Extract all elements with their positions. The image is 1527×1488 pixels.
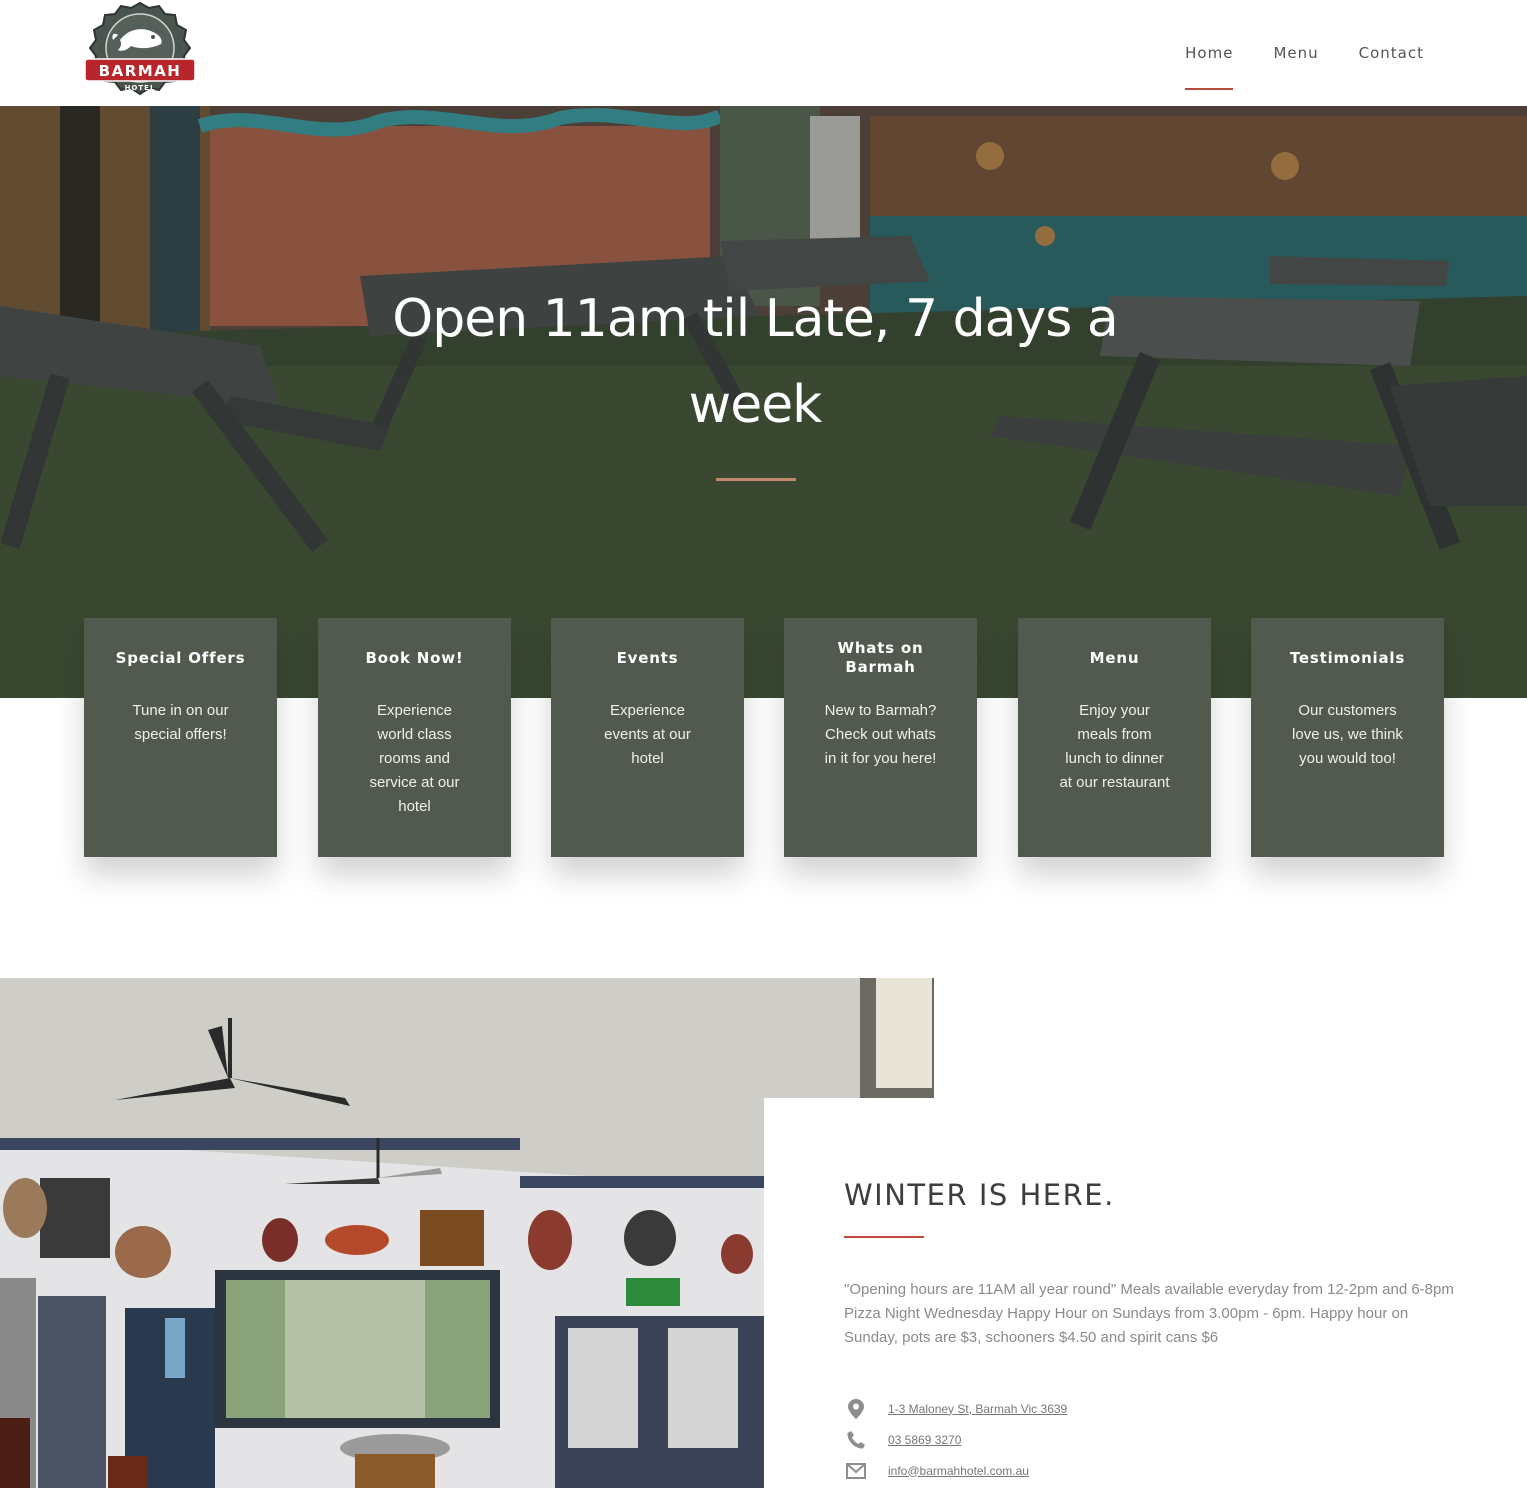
feature-text: Our customers love us, we think you woul… [1292, 702, 1403, 767]
nav-menu[interactable]: Menu [1273, 44, 1318, 90]
winter-info-card: WINTER IS HERE. "Opening hours are 11AM … [764, 1098, 1527, 1488]
phone-icon [844, 1429, 868, 1451]
email-link[interactable]: info@barmahhotel.com.au [888, 1464, 1029, 1478]
feature-boxes: Special Offers Tune in on our special of… [84, 618, 1444, 858]
contact-email-row: info@barmahhotel.com.au [844, 1455, 1067, 1486]
feature-text: Experience events at our hotel [604, 702, 691, 767]
winter-heading: WINTER IS HERE. [844, 1178, 1115, 1212]
winter-divider [844, 1236, 924, 1238]
feature-text: New to Barmah? Check out whats in it for… [824, 702, 937, 767]
feature-whats-on-barmah[interactable]: Whats on Barmah New to Barmah? Check out… [784, 618, 977, 857]
hero-banner: Open 11am til Late, 7 days a week [0, 106, 1527, 698]
contact-list: 1-3 Maloney St, Barmah Vic 3639 03 5869 … [844, 1393, 1067, 1486]
feature-text: Enjoy your meals from lunch to dinner at… [1059, 702, 1170, 791]
contact-phone-row: 03 5869 3270 [844, 1424, 1067, 1455]
feature-title: Special Offers [115, 648, 246, 667]
feature-menu[interactable]: Menu Enjoy your meals from lunch to dinn… [1018, 618, 1211, 857]
feature-text: Tune in on our special offers! [132, 702, 229, 743]
barmah-hotel-logo[interactable]: BARMAH HOTEL [83, 1, 197, 104]
envelope-icon [844, 1460, 868, 1482]
hero-title: Open 11am til Late, 7 days a week [392, 289, 1118, 435]
feature-title: Events [616, 648, 679, 667]
site-header: BARMAH HOTEL Home Menu Contact [0, 0, 1527, 106]
feature-title: Testimonials [1289, 648, 1406, 667]
hero-divider [716, 478, 796, 481]
logo-text: BARMAH [99, 62, 182, 80]
feature-special-offers[interactable]: Special Offers Tune in on our special of… [84, 618, 277, 857]
feature-title: Whats on Barmah [837, 639, 924, 676]
contact-address-row: 1-3 Maloney St, Barmah Vic 3639 [844, 1393, 1067, 1424]
nav-home[interactable]: Home [1185, 44, 1234, 90]
phone-link[interactable]: 03 5869 3270 [888, 1433, 961, 1447]
main-nav: Home Menu Contact [1185, 44, 1424, 90]
map-pin-icon [844, 1398, 868, 1420]
feature-events[interactable]: Events Experience events at our hotel [551, 618, 744, 857]
logo-subtext: HOTEL [125, 84, 156, 92]
feature-book-now[interactable]: Book Now! Experience world class rooms a… [318, 618, 511, 857]
feature-title: Book Now! [365, 648, 464, 667]
nav-contact[interactable]: Contact [1359, 44, 1424, 90]
feature-text: Experience world class rooms and service… [369, 702, 460, 815]
feature-title: Menu [1089, 648, 1140, 667]
feature-testimonials[interactable]: Testimonials Our customers love us, we t… [1251, 618, 1444, 857]
opening-hours-text: "Opening hours are 11AM all year round" … [844, 1281, 1454, 1346]
address-link[interactable]: 1-3 Maloney St, Barmah Vic 3639 [888, 1402, 1067, 1416]
